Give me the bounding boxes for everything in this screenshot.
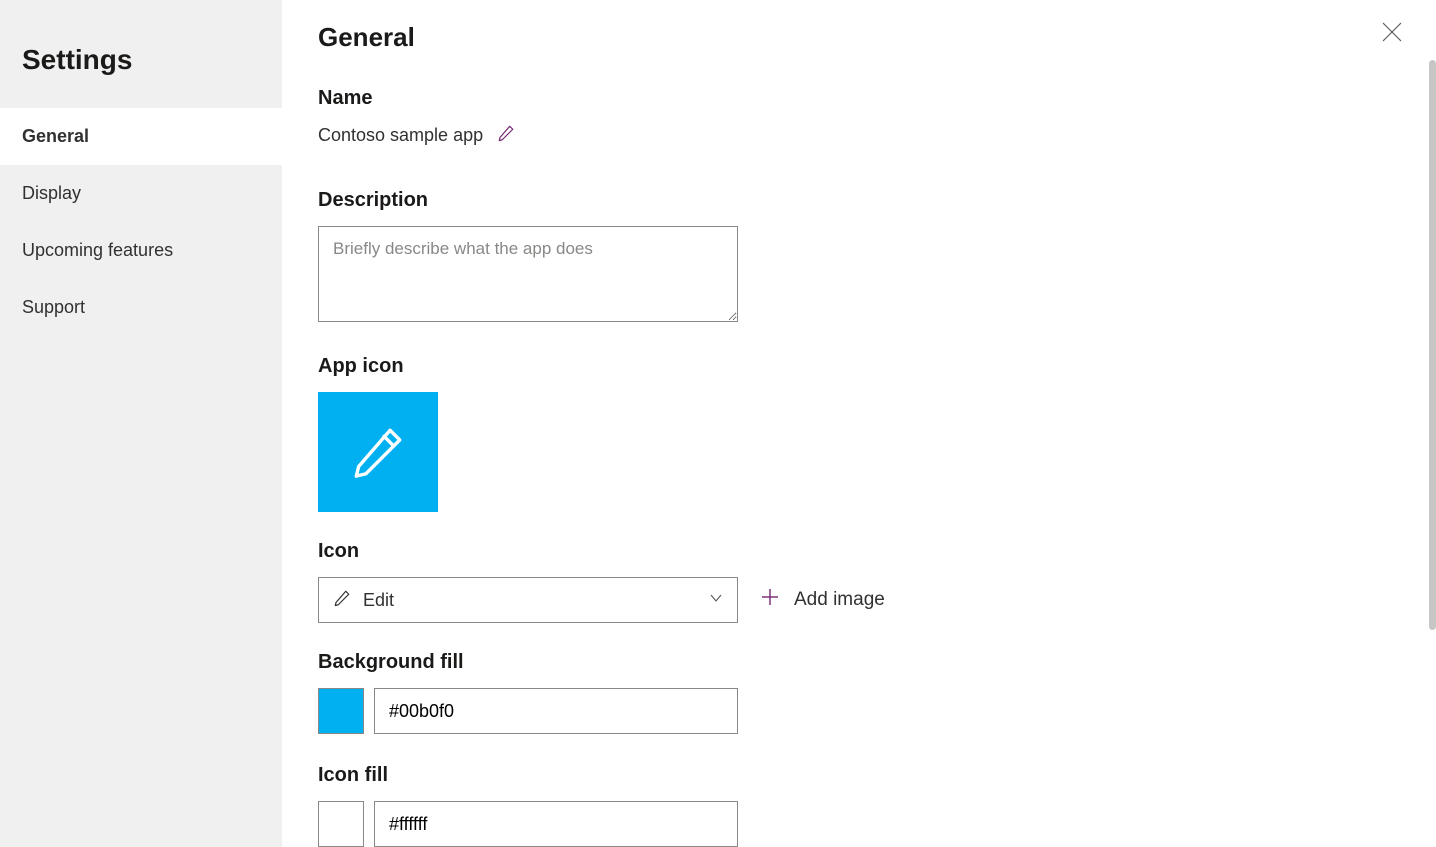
plus-icon [760,587,780,613]
close-icon [1381,21,1403,43]
description-label: Description [318,189,1378,212]
close-button[interactable] [1378,18,1406,46]
background-fill-input[interactable] [374,688,738,734]
scrollbar[interactable] [1429,60,1436,630]
background-fill-swatch[interactable] [318,688,364,734]
edit-name-button[interactable] [497,124,515,147]
pencil-icon [497,124,515,142]
description-input[interactable] [318,226,738,322]
settings-sidebar: Settings General Display Upcoming featur… [0,0,282,847]
add-image-button[interactable]: Add image [760,587,885,613]
name-row: Contoso sample app [318,124,1378,147]
background-fill-label: Background fill [318,651,1378,674]
name-label: Name [318,87,1378,110]
app-icon-label: App icon [318,355,1378,378]
sidebar-title: Settings [0,0,282,108]
sidebar-item-general[interactable]: General [0,108,282,165]
icon-dropdown[interactable]: Edit [318,577,738,623]
icon-fill-swatch[interactable] [318,801,364,847]
icon-fill-input[interactable] [374,801,738,847]
page-title: General [318,22,1378,53]
main-panel: General Name Contoso sample app Descript… [282,0,1436,847]
sidebar-item-support[interactable]: Support [0,279,282,336]
icon-fill-label: Icon fill [318,764,1378,787]
pencil-icon [349,423,407,481]
add-image-label: Add image [794,589,885,611]
icon-label: Icon [318,540,1378,563]
sidebar-item-display[interactable]: Display [0,165,282,222]
pencil-icon [333,589,351,612]
app-icon-preview [318,392,438,512]
sidebar-item-upcoming-features[interactable]: Upcoming features [0,222,282,279]
icon-dropdown-value: Edit [363,590,709,611]
app-name-value: Contoso sample app [318,125,483,146]
chevron-down-icon [709,591,723,610]
